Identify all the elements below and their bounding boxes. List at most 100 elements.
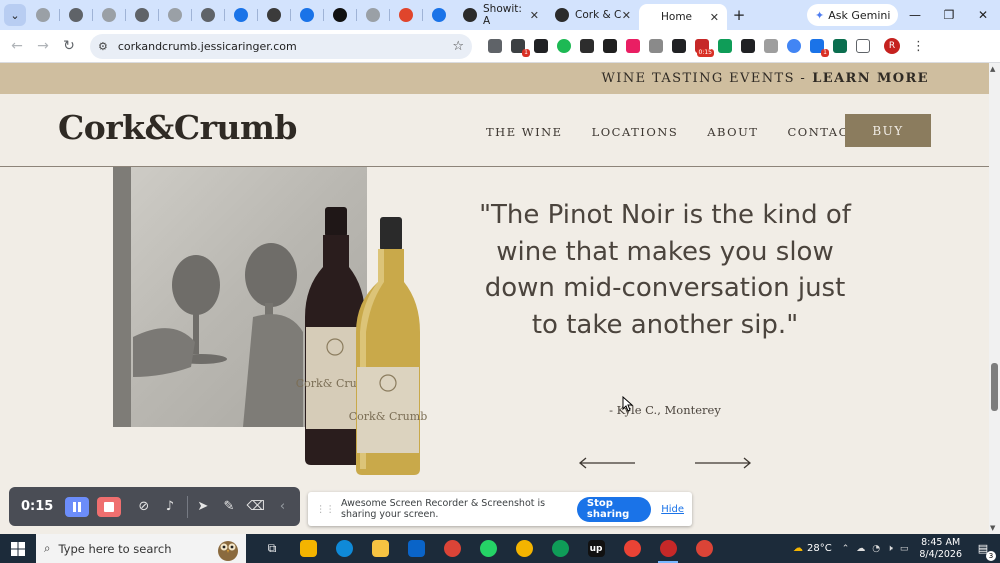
minimize-icon[interactable]: — (898, 0, 932, 30)
extension-icon[interactable] (580, 39, 594, 53)
task-view-icon[interactable]: ⧉ (254, 534, 290, 563)
tab-search-button[interactable]: ⌄ (4, 4, 26, 26)
taskbar-search[interactable]: ⌕ Type here to search (36, 534, 246, 563)
forward-arrow-icon[interactable]: → (30, 38, 56, 54)
pinned-tab[interactable] (257, 0, 290, 30)
extension-icon[interactable] (833, 39, 847, 53)
extension-icon[interactable] (764, 39, 778, 53)
ask-gemini-button[interactable]: ✦ Ask Gemini (807, 4, 899, 26)
chrome-icon[interactable] (686, 534, 722, 563)
extension-icon[interactable] (787, 39, 801, 53)
chrome-active-icon[interactable] (650, 534, 686, 563)
show-hidden-icons[interactable]: ⌃ (842, 544, 850, 554)
previous-arrow-icon[interactable] (578, 457, 636, 469)
tab-cork-crumb-editor[interactable]: Cork & C ✕ (547, 0, 639, 30)
nav-the-wine[interactable]: THE WINE (486, 125, 563, 139)
close-tab-icon[interactable]: ✕ (530, 9, 539, 22)
learn-more-link[interactable]: LEARN MORE (812, 71, 929, 86)
profile-avatar[interactable]: R (884, 38, 900, 54)
pinned-tab[interactable] (191, 0, 224, 30)
cloud-icon[interactable]: ☁ (856, 544, 865, 554)
pinned-tab[interactable] (356, 0, 389, 30)
store-icon[interactable] (290, 534, 326, 563)
windows-logo-icon (11, 541, 25, 556)
outlook-icon[interactable] (398, 534, 434, 563)
battery-icon[interactable]: ▭ (900, 544, 909, 554)
pointer-tool-icon[interactable]: ➤ (194, 497, 211, 517)
close-window-icon[interactable]: ✕ (966, 0, 1000, 30)
site-logo[interactable]: Cork&Crumb (58, 108, 297, 147)
close-tab-icon[interactable]: ✕ (710, 11, 719, 24)
upwork-icon[interactable]: up (578, 534, 614, 563)
chrome-icon[interactable] (542, 534, 578, 563)
camera-icon[interactable] (649, 39, 663, 53)
pinned-tab[interactable] (389, 0, 422, 30)
chrome-icon[interactable] (506, 534, 542, 563)
recorder-extension-icon[interactable]: 0:15 (695, 39, 714, 57)
extension-icon[interactable] (557, 39, 571, 53)
taskbar-clock[interactable]: 8:45 AM 8/4/2026 (919, 537, 962, 561)
extension-icon[interactable] (672, 39, 686, 53)
buy-button[interactable]: BUY (845, 114, 931, 147)
chrome-icon[interactable] (614, 534, 650, 563)
extension-icon[interactable] (488, 39, 502, 53)
new-tab-button[interactable]: + (727, 6, 751, 24)
next-arrow-icon[interactable] (694, 457, 752, 469)
camera-off-icon[interactable]: ⊘ (135, 497, 152, 517)
site-info-icon[interactable]: ⚙ (98, 40, 108, 53)
tab-favicon-icon (167, 8, 182, 22)
stop-sharing-button[interactable]: Stop sharing (576, 496, 652, 522)
network-icon[interactable]: ◔ (872, 544, 880, 554)
edge-icon[interactable] (326, 534, 362, 563)
hide-link[interactable]: Hide (661, 504, 684, 515)
windows-start-button[interactable] (0, 541, 36, 556)
reload-icon[interactable]: ↻ (56, 38, 82, 54)
pen-tool-icon[interactable]: ✎ (220, 497, 237, 517)
restore-icon[interactable]: ❐ (932, 0, 966, 30)
nav-locations[interactable]: LOCATIONS (592, 125, 679, 139)
extensions-puzzle-icon[interactable] (856, 39, 870, 53)
extension-icon[interactable]: 1 (810, 39, 829, 57)
tab-favicon-icon (134, 8, 149, 22)
pinned-tab[interactable] (59, 0, 92, 30)
more-menu-icon[interactable]: ⋮ (912, 39, 925, 54)
scrollbar-thumb[interactable] (991, 363, 998, 411)
download-extension-icon[interactable] (626, 39, 640, 53)
tab-showit[interactable]: Showit: A ✕ (455, 0, 547, 30)
extension-icon[interactable]: 1 (511, 39, 530, 57)
scroll-up-icon[interactable]: ▲ (990, 65, 995, 73)
eyedropper-icon[interactable] (534, 39, 548, 53)
page-scrollbar[interactable]: ▲ ▼ (989, 63, 1000, 534)
address-bar[interactable]: ⚙ corkandcrumb.jessicaringer.com ☆ (90, 33, 472, 59)
pinned-tab[interactable] (422, 0, 455, 30)
pause-recording-button[interactable] (65, 496, 90, 517)
extension-icon[interactable] (741, 39, 755, 53)
back-arrow-icon[interactable]: ← (4, 38, 30, 54)
pinned-tab[interactable] (125, 0, 158, 30)
testimonial-section: Cork& Crumb Cork& Crumb "The Pinot Noir … (0, 167, 989, 534)
microphone-off-icon[interactable]: ♪ (161, 497, 178, 517)
pinned-tab[interactable] (290, 0, 323, 30)
stop-recording-button[interactable] (97, 496, 122, 517)
pinned-tab[interactable] (92, 0, 125, 30)
close-tab-icon[interactable]: ✕ (622, 9, 631, 22)
bookmark-star-icon[interactable]: ☆ (452, 39, 464, 54)
eraser-tool-icon[interactable]: ⌫ (247, 497, 265, 517)
collapse-chevron-icon[interactable]: ‹ (274, 497, 291, 517)
file-explorer-icon[interactable] (362, 534, 398, 563)
chrome-icon[interactable] (434, 534, 470, 563)
extension-icon[interactable] (718, 39, 732, 53)
drag-handle-icon[interactable]: ⋮⋮ (316, 504, 335, 515)
pinned-tab[interactable] (158, 0, 191, 30)
notification-center-icon[interactable]: ▤ 3 (972, 540, 996, 561)
weather-widget[interactable]: ☁ 28°C (793, 543, 832, 554)
whatsapp-icon[interactable] (470, 534, 506, 563)
scroll-down-icon[interactable]: ▼ (990, 524, 995, 532)
pinned-tab[interactable] (26, 0, 59, 30)
pinned-tab[interactable] (224, 0, 257, 30)
tab-home[interactable]: Home ✕ (639, 4, 727, 30)
pinned-tab[interactable] (323, 0, 356, 30)
nav-about[interactable]: ABOUT (707, 125, 758, 139)
volume-icon[interactable]: 🕨 (887, 544, 893, 554)
extension-icon[interactable] (603, 39, 617, 53)
